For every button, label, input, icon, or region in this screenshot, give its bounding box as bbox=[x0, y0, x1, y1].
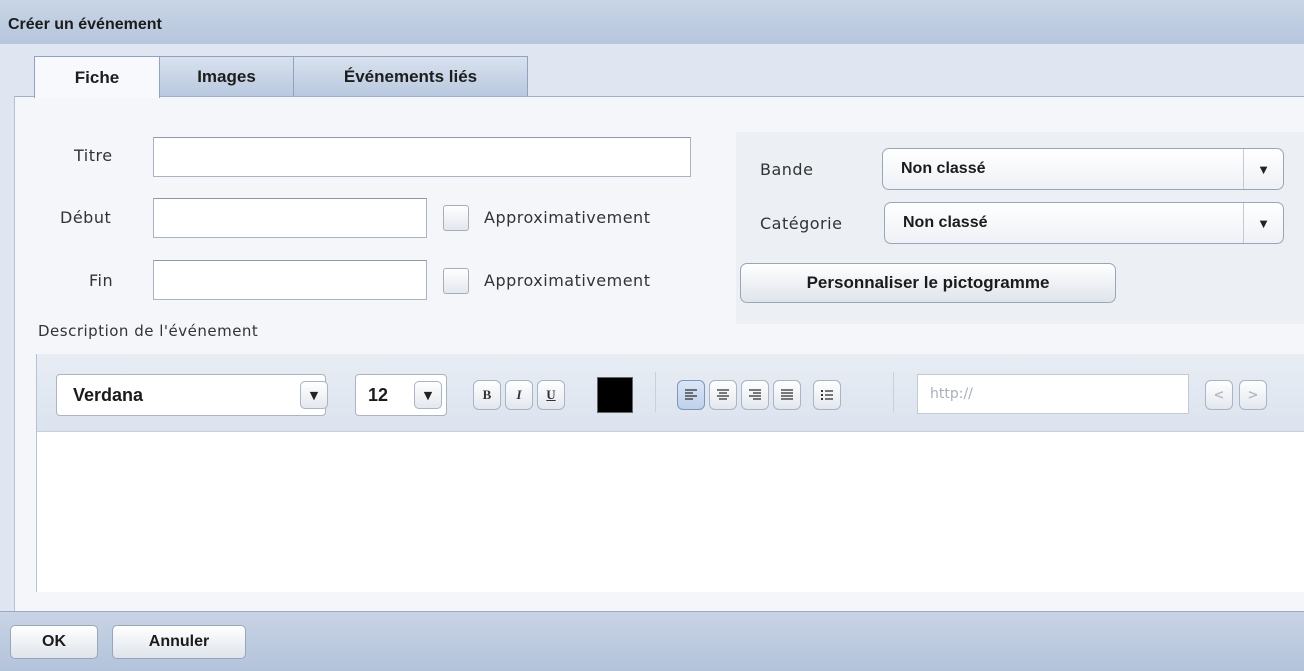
fin-label: Fin bbox=[89, 271, 114, 290]
fin-approx-label: Approximativement bbox=[484, 271, 651, 290]
description-editor: Verdana ▼ 12 ▼ B I U http:// < > bbox=[36, 354, 1304, 592]
align-center-icon[interactable] bbox=[709, 380, 737, 410]
description-label: Description de l'événement bbox=[38, 322, 259, 340]
font-family-value: Verdana bbox=[73, 384, 144, 405]
fin-input[interactable] bbox=[153, 260, 427, 300]
bande-label: Bande bbox=[760, 160, 814, 179]
font-family-dropdown-icon[interactable]: ▼ bbox=[300, 381, 328, 409]
cancel-button[interactable]: Annuler bbox=[112, 625, 246, 659]
editor-content-area[interactable] bbox=[37, 432, 1304, 592]
editor-toolbar: Verdana ▼ 12 ▼ B I U http:// < > bbox=[37, 354, 1304, 432]
dialog-title-bar[interactable]: Créer un événement bbox=[0, 0, 1304, 44]
titre-label: Titre bbox=[74, 146, 113, 165]
debut-label: Début bbox=[60, 208, 112, 227]
toolbar-separator bbox=[655, 372, 656, 412]
next-icon[interactable]: > bbox=[1239, 380, 1267, 410]
align-left-icon[interactable] bbox=[677, 380, 705, 410]
titre-input[interactable] bbox=[153, 137, 691, 177]
bande-select[interactable]: Non classé ▼ bbox=[882, 148, 1284, 190]
underline-button[interactable]: U bbox=[537, 380, 565, 410]
bold-button[interactable]: B bbox=[473, 380, 501, 410]
debut-input[interactable] bbox=[153, 198, 427, 238]
previous-icon[interactable]: < bbox=[1205, 380, 1233, 410]
font-family-select[interactable]: Verdana bbox=[56, 374, 326, 416]
chevron-down-icon: ▼ bbox=[1243, 203, 1283, 243]
dialog-footer: OK Annuler bbox=[0, 611, 1304, 671]
align-right-icon[interactable] bbox=[741, 380, 769, 410]
ok-button[interactable]: OK bbox=[10, 625, 98, 659]
create-event-dialog: Créer un événement Fiche Images Événemen… bbox=[0, 0, 1304, 671]
text-color-swatch[interactable] bbox=[597, 377, 633, 413]
categorie-select[interactable]: Non classé ▼ bbox=[884, 202, 1284, 244]
debut-approx-label: Approximativement bbox=[484, 208, 651, 227]
bulleted-list-icon[interactable] bbox=[813, 380, 841, 410]
dialog-title: Créer un événement bbox=[8, 16, 162, 33]
personnaliser-pictogramme-button[interactable]: Personnaliser le pictogramme bbox=[740, 263, 1116, 303]
tab-images[interactable]: Images bbox=[159, 56, 294, 96]
categorie-value: Non classé bbox=[903, 214, 988, 231]
font-size-dropdown-icon[interactable]: ▼ bbox=[414, 381, 442, 409]
font-size-value: 12 bbox=[368, 384, 389, 405]
toolbar-separator bbox=[893, 372, 894, 412]
fin-approx-checkbox[interactable] bbox=[443, 268, 469, 294]
categorie-label: Catégorie bbox=[760, 214, 843, 233]
bande-value: Non classé bbox=[901, 160, 986, 177]
chevron-down-icon: ▼ bbox=[1243, 149, 1283, 189]
tab-evenements-lies[interactable]: Événements liés bbox=[293, 56, 528, 96]
italic-button[interactable]: I bbox=[505, 380, 533, 410]
debut-approx-checkbox[interactable] bbox=[443, 205, 469, 231]
link-url-input[interactable]: http:// bbox=[917, 374, 1189, 414]
tab-fiche[interactable]: Fiche bbox=[34, 56, 160, 98]
align-justify-icon[interactable] bbox=[773, 380, 801, 410]
